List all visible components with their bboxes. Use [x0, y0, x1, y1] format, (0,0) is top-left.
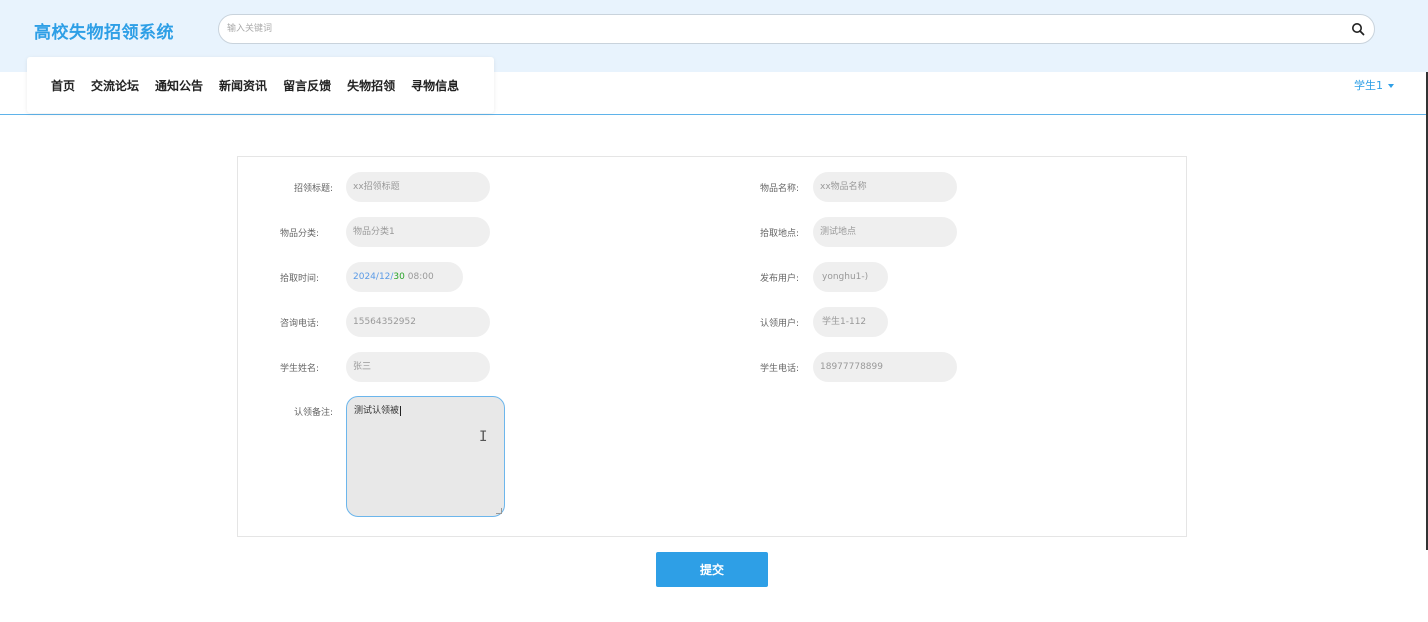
field-label: 物品名称:: [760, 184, 800, 194]
nav-item-notice[interactable]: 通知公告: [155, 77, 203, 94]
field-label: 学生姓名:: [280, 364, 320, 374]
search-box: [218, 14, 1375, 44]
pickup-location-input[interactable]: 测试地点: [813, 217, 957, 247]
submit-button[interactable]: 提交: [656, 552, 768, 587]
remark-label: 认领备注:: [294, 408, 334, 418]
claim-title-input[interactable]: xx招领标题: [346, 172, 490, 202]
nav-item-news[interactable]: 新闻资讯: [219, 77, 267, 94]
item-category-input[interactable]: 物品分类1: [346, 217, 490, 247]
text-cursor: [400, 405, 402, 416]
claimer-input[interactable]: 学生1-112: [813, 307, 888, 337]
site-logo[interactable]: 高校失物招领系统: [34, 18, 174, 43]
remark-textarea[interactable]: 测试认领被: [346, 396, 505, 517]
field-label: 发布用户:: [760, 274, 800, 284]
nav-item-home[interactable]: 首页: [51, 77, 75, 94]
field-label: 拾取时间:: [280, 274, 320, 284]
main-nav: 首页 交流论坛 通知公告 新闻资讯 留言反馈 失物招领 寻物信息: [27, 57, 494, 113]
nav-item-forum[interactable]: 交流论坛: [91, 77, 139, 94]
student-name-input[interactable]: 张三: [346, 352, 490, 382]
field-label: 认领用户:: [760, 319, 800, 329]
search-input[interactable]: [225, 19, 1325, 39]
pickup-time-input[interactable]: 2024/12/30 08:00: [346, 262, 463, 292]
field-label: 咨询电话:: [280, 319, 320, 329]
nav-item-search-lost[interactable]: 寻物信息: [411, 77, 459, 94]
nav-item-lost-found[interactable]: 失物招领: [347, 77, 395, 94]
resize-handle-icon[interactable]: [496, 508, 502, 514]
date-year: 2024/: [353, 272, 379, 282]
user-menu[interactable]: 学生1: [1354, 77, 1394, 93]
field-label: 招领标题:: [294, 184, 334, 194]
date-day: 30: [393, 272, 405, 282]
nav-item-feedback[interactable]: 留言反馈: [283, 77, 331, 94]
field-label: 拾取地点:: [760, 229, 800, 239]
publisher-input[interactable]: yonghu1-): [813, 262, 888, 292]
caret-down-icon: [1388, 84, 1394, 88]
field-label: 物品分类:: [280, 229, 320, 239]
remark-text: 测试认领被: [354, 406, 400, 416]
field-label: 学生电话:: [760, 364, 800, 374]
date-month: 12/: [378, 272, 394, 282]
ibeam-cursor-icon: I: [479, 429, 488, 445]
item-name-input[interactable]: xx物品名称: [813, 172, 957, 202]
user-name: 学生1: [1354, 79, 1383, 92]
date-time: 08:00: [404, 272, 434, 282]
contact-phone-input[interactable]: 15564352952: [346, 307, 490, 337]
student-phone-input[interactable]: 18977778899: [813, 352, 957, 382]
search-icon[interactable]: [1351, 22, 1365, 36]
